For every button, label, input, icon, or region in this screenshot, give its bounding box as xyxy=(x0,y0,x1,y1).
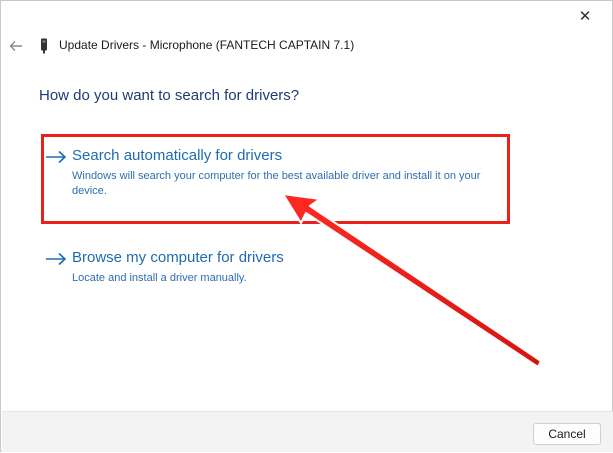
option-description: Windows will search your computer for th… xyxy=(72,170,481,197)
arrow-right-icon xyxy=(46,150,67,164)
back-arrow-icon xyxy=(9,41,22,51)
option-title[interactable]: Search automatically for drivers xyxy=(72,147,282,164)
device-icon xyxy=(41,38,47,54)
close-button[interactable]: ✕ xyxy=(567,5,603,27)
cancel-button[interactable]: Cancel xyxy=(533,423,601,445)
dialog-footer: Cancel xyxy=(2,411,613,452)
option-description: Locate and install a driver manually. xyxy=(72,272,247,284)
arrow-right-icon xyxy=(46,252,67,266)
option-title[interactable]: Browse my computer for drivers xyxy=(72,249,284,266)
close-icon: ✕ xyxy=(578,8,592,25)
page-heading: How do you want to search for drivers? xyxy=(39,87,300,104)
back-button[interactable] xyxy=(5,35,27,57)
update-drivers-dialog: ✕ Update Drivers - Microphone (FANTECH C… xyxy=(0,0,613,452)
window-title: Update Drivers - Microphone (FANTECH CAP… xyxy=(59,38,355,52)
annotation-arrow xyxy=(282,193,542,368)
